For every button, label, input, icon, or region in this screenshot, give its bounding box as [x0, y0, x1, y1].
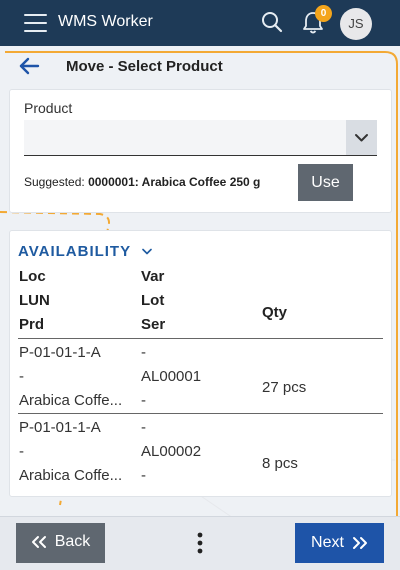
- cell-lot: AL00002: [141, 443, 202, 460]
- bottom-action-bar: Back Next: [0, 516, 400, 570]
- back-arrow-icon[interactable]: [18, 56, 40, 76]
- header-loc: Loc: [19, 268, 46, 285]
- cell-prd: Arabica Coffe...: [19, 392, 123, 409]
- suggested-prefix: Suggested:: [24, 175, 85, 189]
- product-card: Product Suggested: 0000001: Arabica Coff…: [9, 89, 392, 213]
- header-var: Var: [141, 268, 165, 285]
- header-lun: LUN: [19, 292, 50, 309]
- cell-lun: -: [19, 368, 24, 385]
- availability-title[interactable]: AVAILABILITY: [18, 243, 131, 260]
- suggested-text: Suggested: 0000001: Arabica Coffee 250 g: [24, 175, 260, 189]
- notification-badge: 0: [315, 5, 332, 22]
- more-vertical-icon[interactable]: [194, 531, 206, 557]
- header-qty: Qty: [262, 304, 288, 321]
- page-header: Move - Select Product: [0, 46, 400, 86]
- chevron-down-icon: [355, 134, 368, 142]
- cell-loc: P-01-01-1-A: [19, 419, 101, 436]
- cell-var: -: [141, 344, 146, 361]
- row-divider: [18, 413, 383, 414]
- header-prd: Prd: [19, 316, 45, 333]
- product-label: Product: [24, 100, 73, 116]
- table-header-divider: [18, 338, 383, 339]
- cell-loc: P-01-01-1-A: [19, 344, 101, 361]
- cell-var: -: [141, 419, 146, 436]
- user-avatar[interactable]: JS: [340, 8, 372, 40]
- back-button[interactable]: Back: [16, 523, 105, 563]
- cell-qty: 8 pcs: [262, 455, 298, 472]
- search-icon[interactable]: [261, 11, 283, 33]
- header-ser: Ser: [141, 316, 166, 333]
- header-lot: Lot: [141, 292, 165, 309]
- app-title: WMS Worker: [58, 13, 153, 30]
- page-title: Move - Select Product: [66, 58, 223, 75]
- next-button[interactable]: Next: [295, 523, 384, 563]
- chevron-down-icon[interactable]: [142, 248, 152, 256]
- use-suggested-button[interactable]: Use: [298, 164, 353, 201]
- product-input[interactable]: [24, 120, 346, 156]
- cell-qty: 27 pcs: [262, 379, 307, 396]
- back-button-label: Back: [54, 532, 91, 550]
- availability-card: AVAILABILITY Loc LUN Prd Var Lot Ser Qty…: [9, 230, 392, 497]
- cell-prd: Arabica Coffe...: [19, 467, 123, 484]
- double-chevron-right-icon: [352, 537, 367, 549]
- cell-ser: -: [141, 467, 146, 484]
- next-button-label: Next: [311, 534, 344, 551]
- cell-lot: AL00001: [141, 368, 202, 385]
- suggested-product: 0000001: Arabica Coffee 250 g: [88, 175, 261, 189]
- double-chevron-left-icon: [31, 535, 46, 548]
- menu-icon[interactable]: [24, 14, 47, 32]
- cell-lun: -: [19, 443, 24, 460]
- product-dropdown-button[interactable]: [346, 120, 377, 156]
- app-header: WMS Worker 0 JS: [0, 0, 400, 46]
- cell-ser: -: [141, 392, 146, 409]
